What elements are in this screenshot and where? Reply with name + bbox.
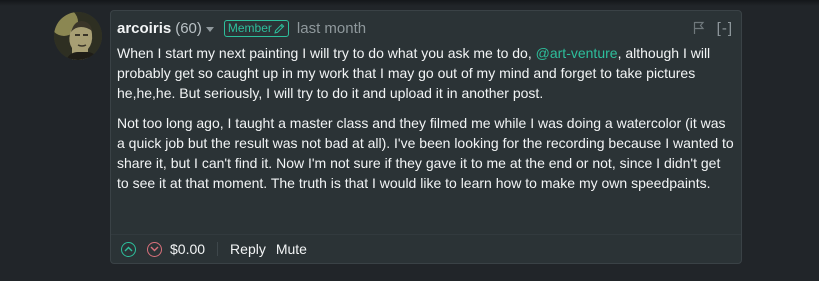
pencil-icon <box>274 23 285 34</box>
footer-separator <box>217 242 219 256</box>
badge-label: Member <box>227 20 272 35</box>
comment-paragraph-1: When I start my next painting I will try… <box>117 43 735 103</box>
mute-button[interactable]: Mute <box>276 241 307 257</box>
header-actions: [-] <box>693 20 733 37</box>
paragraph-1-text-start: When I start my next painting I will try… <box>117 45 536 61</box>
comment-paragraph-2: Not too long ago, I taught a master clas… <box>117 115 734 191</box>
upvote-button[interactable] <box>121 241 136 257</box>
comment-footer: $0.00 Reply Mute <box>121 239 307 259</box>
user-mention-link[interactable]: @art-venture <box>536 45 618 61</box>
payout-value[interactable]: $0.00 <box>170 241 205 257</box>
comment-card: arcoiris (60) Member last month [-] When… <box>110 10 742 264</box>
reply-button[interactable]: Reply <box>230 241 266 257</box>
collapse-toggle[interactable]: [-] <box>717 20 733 37</box>
member-badge: Member <box>223 19 289 37</box>
avatar-image <box>54 12 102 60</box>
top-edge-shadow <box>0 0 819 6</box>
flag-icon[interactable] <box>693 21 705 35</box>
avatar[interactable] <box>54 12 102 60</box>
comment-header: arcoiris (60) Member last month [-] <box>117 18 733 38</box>
caret-down-icon[interactable] <box>205 26 214 32</box>
chevron-up-icon <box>124 246 133 252</box>
author-name[interactable]: arcoiris <box>117 20 171 37</box>
comment-body: When I start my next painting I will try… <box>117 43 735 203</box>
footer-divider <box>111 234 741 235</box>
chevron-down-icon <box>150 246 159 252</box>
comment-timestamp[interactable]: last month <box>297 20 366 37</box>
downvote-button[interactable] <box>147 241 162 257</box>
author-reputation: (60) <box>175 19 202 37</box>
